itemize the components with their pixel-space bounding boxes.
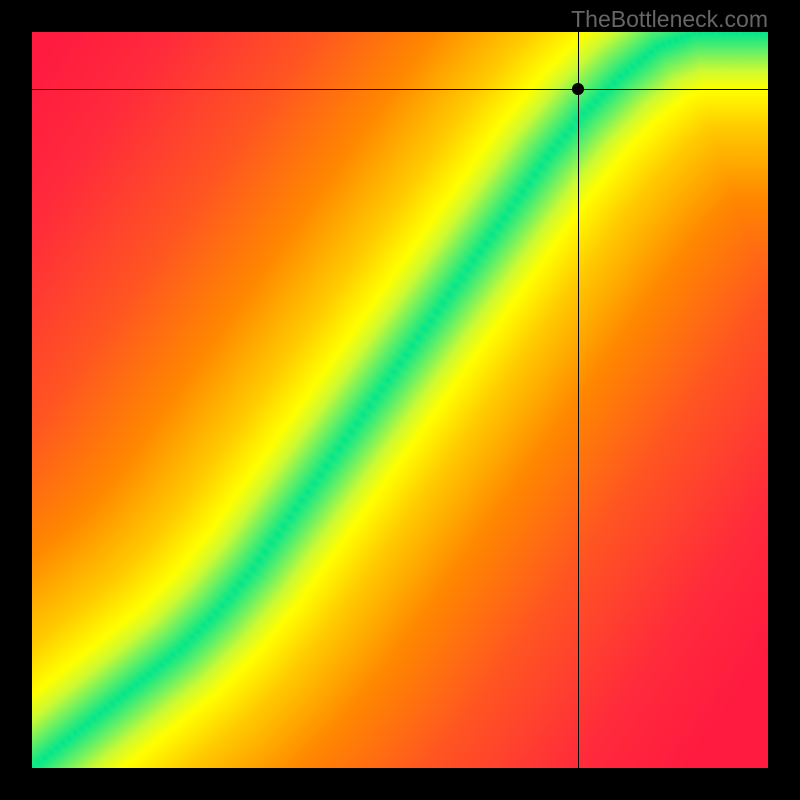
data-point-marker xyxy=(572,83,584,95)
heatmap-plot xyxy=(32,32,768,768)
crosshair-horizontal xyxy=(32,89,768,90)
heatmap-canvas xyxy=(32,32,768,768)
crosshair-vertical xyxy=(578,32,579,768)
watermark-text: TheBottleneck.com xyxy=(571,6,768,33)
